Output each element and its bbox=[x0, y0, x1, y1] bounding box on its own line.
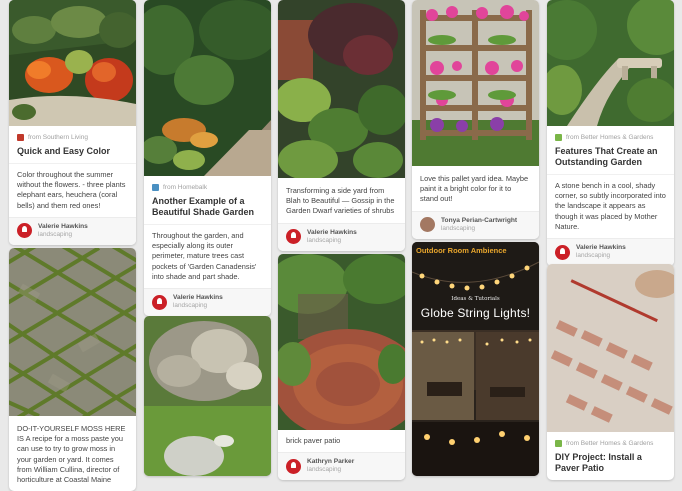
pin-title[interactable]: Features That Create an Outstanding Gard… bbox=[547, 142, 674, 174]
pin-card[interactable]: DO-IT-YOURSELF MOSS HERE IS A recipe for… bbox=[9, 248, 136, 491]
pin-source-text: from Southern Living bbox=[28, 134, 88, 141]
pinner-row[interactable]: Valerie Hawkins landscaping bbox=[9, 216, 136, 245]
pin-image[interactable] bbox=[547, 264, 674, 432]
pin-description: Throughout the garden, and especially al… bbox=[144, 224, 271, 288]
pin-image[interactable]: Outdoor Room Ambience Ideas & Tutorials … bbox=[412, 242, 539, 476]
board-name[interactable]: landscaping bbox=[38, 231, 88, 239]
board-name[interactable]: landscaping bbox=[307, 466, 354, 474]
image-small-text: Ideas & Tutorials bbox=[451, 296, 500, 302]
pin-card[interactable] bbox=[144, 316, 271, 476]
pin-grid: from Southern Living Quick and Easy Colo… bbox=[0, 0, 682, 491]
pin-image[interactable] bbox=[278, 0, 405, 178]
pin-source[interactable]: from Southern Living bbox=[9, 126, 136, 142]
pinner-name[interactable]: Valerie Hawkins bbox=[173, 294, 223, 302]
pinner-row[interactable]: Kathryn Parker landscaping bbox=[278, 452, 405, 481]
pin-description: Love this pallet yard idea. Maybe paint … bbox=[420, 174, 529, 204]
pin-source-text: from Homebalk bbox=[163, 184, 208, 191]
pin-card[interactable]: Outdoor Room Ambience Ideas & Tutorials … bbox=[412, 242, 539, 476]
pin-icon[interactable] bbox=[286, 229, 301, 245]
pin-source[interactable]: from Better Homes & Gardens bbox=[547, 432, 674, 448]
pin-description: Transforming a side yard from Blah to Be… bbox=[286, 186, 395, 216]
pinner-row[interactable]: Valerie Hawkins landscaping bbox=[278, 222, 405, 251]
pin-description: DO-IT-YOURSELF MOSS HERE IS A recipe for… bbox=[17, 424, 126, 485]
pin-card[interactable]: brick paver patio Kathryn Parker landsca… bbox=[278, 254, 405, 481]
board-name[interactable]: landscaping bbox=[307, 237, 357, 245]
board-name[interactable]: landscaping bbox=[576, 252, 626, 260]
pinner-name[interactable]: Valerie Hawkins bbox=[576, 244, 626, 252]
pin-source-text: from Better Homes & Gardens bbox=[566, 440, 654, 447]
pin-image[interactable] bbox=[144, 316, 271, 476]
pinner-row[interactable]: Valerie Hawkins landscaping bbox=[144, 288, 271, 317]
pin-source-text: from Better Homes & Gardens bbox=[566, 134, 654, 141]
pin-card[interactable]: Love this pallet yard idea. Maybe paint … bbox=[412, 0, 539, 239]
pin-title[interactable]: Another Example of a Beautiful Shade Gar… bbox=[144, 192, 271, 224]
pin-description: Color throughout the summer without the … bbox=[9, 163, 136, 217]
pinner-name[interactable]: Kathryn Parker bbox=[307, 458, 354, 466]
pin-image[interactable] bbox=[547, 0, 674, 126]
pinner-row[interactable]: Valerie Hawkins landscaping bbox=[547, 238, 674, 267]
pin-card[interactable]: from Southern Living Quick and Easy Colo… bbox=[9, 0, 136, 245]
pin-title[interactable]: Quick and Easy Color bbox=[9, 142, 136, 163]
pin-icon[interactable] bbox=[17, 223, 32, 239]
pinner-name[interactable]: Valerie Hawkins bbox=[38, 223, 88, 231]
pin-description: A stone bench in a cool, shady corner, s… bbox=[547, 174, 674, 238]
pin-icon[interactable] bbox=[555, 244, 570, 260]
pin-source[interactable]: from Homebalk bbox=[144, 176, 271, 192]
pinner-row[interactable]: Tonya Perian-Cartwright landscaping bbox=[412, 210, 539, 239]
image-headline-text: Globe String Lights! bbox=[420, 306, 531, 320]
pin-icon[interactable] bbox=[286, 458, 301, 474]
pin-card[interactable]: from Better Homes & Gardens DIY Project:… bbox=[547, 264, 674, 480]
pin-icon[interactable] bbox=[152, 294, 167, 310]
pin-image[interactable] bbox=[412, 0, 539, 166]
pin-image[interactable] bbox=[9, 0, 136, 126]
image-banner-text: Outdoor Room Ambience bbox=[416, 246, 507, 255]
pin-image[interactable] bbox=[144, 0, 271, 176]
pin-description: brick paver patio bbox=[286, 436, 341, 445]
pin-card[interactable]: Transforming a side yard from Blah to Be… bbox=[278, 0, 405, 251]
pin-card[interactable]: from Better Homes & Gardens Features Tha… bbox=[547, 0, 674, 267]
site-favicon-icon bbox=[152, 184, 159, 191]
pinner-name[interactable]: Valerie Hawkins bbox=[307, 229, 357, 237]
pin-image[interactable] bbox=[9, 248, 136, 416]
pinner-avatar[interactable] bbox=[420, 217, 435, 233]
pinner-name[interactable]: Tonya Perian-Cartwright bbox=[441, 217, 517, 225]
site-favicon-icon bbox=[555, 134, 562, 141]
pin-image[interactable] bbox=[278, 254, 405, 430]
pin-source[interactable]: from Better Homes & Gardens bbox=[547, 126, 674, 142]
board-name[interactable]: landscaping bbox=[441, 225, 517, 233]
pin-card[interactable]: from Homebalk Another Example of a Beaut… bbox=[144, 0, 271, 317]
site-favicon-icon bbox=[555, 440, 562, 447]
pin-title[interactable]: DIY Project: Install a Paver Patio bbox=[547, 448, 674, 480]
site-favicon-icon bbox=[17, 134, 24, 141]
board-name[interactable]: landscaping bbox=[173, 302, 223, 310]
